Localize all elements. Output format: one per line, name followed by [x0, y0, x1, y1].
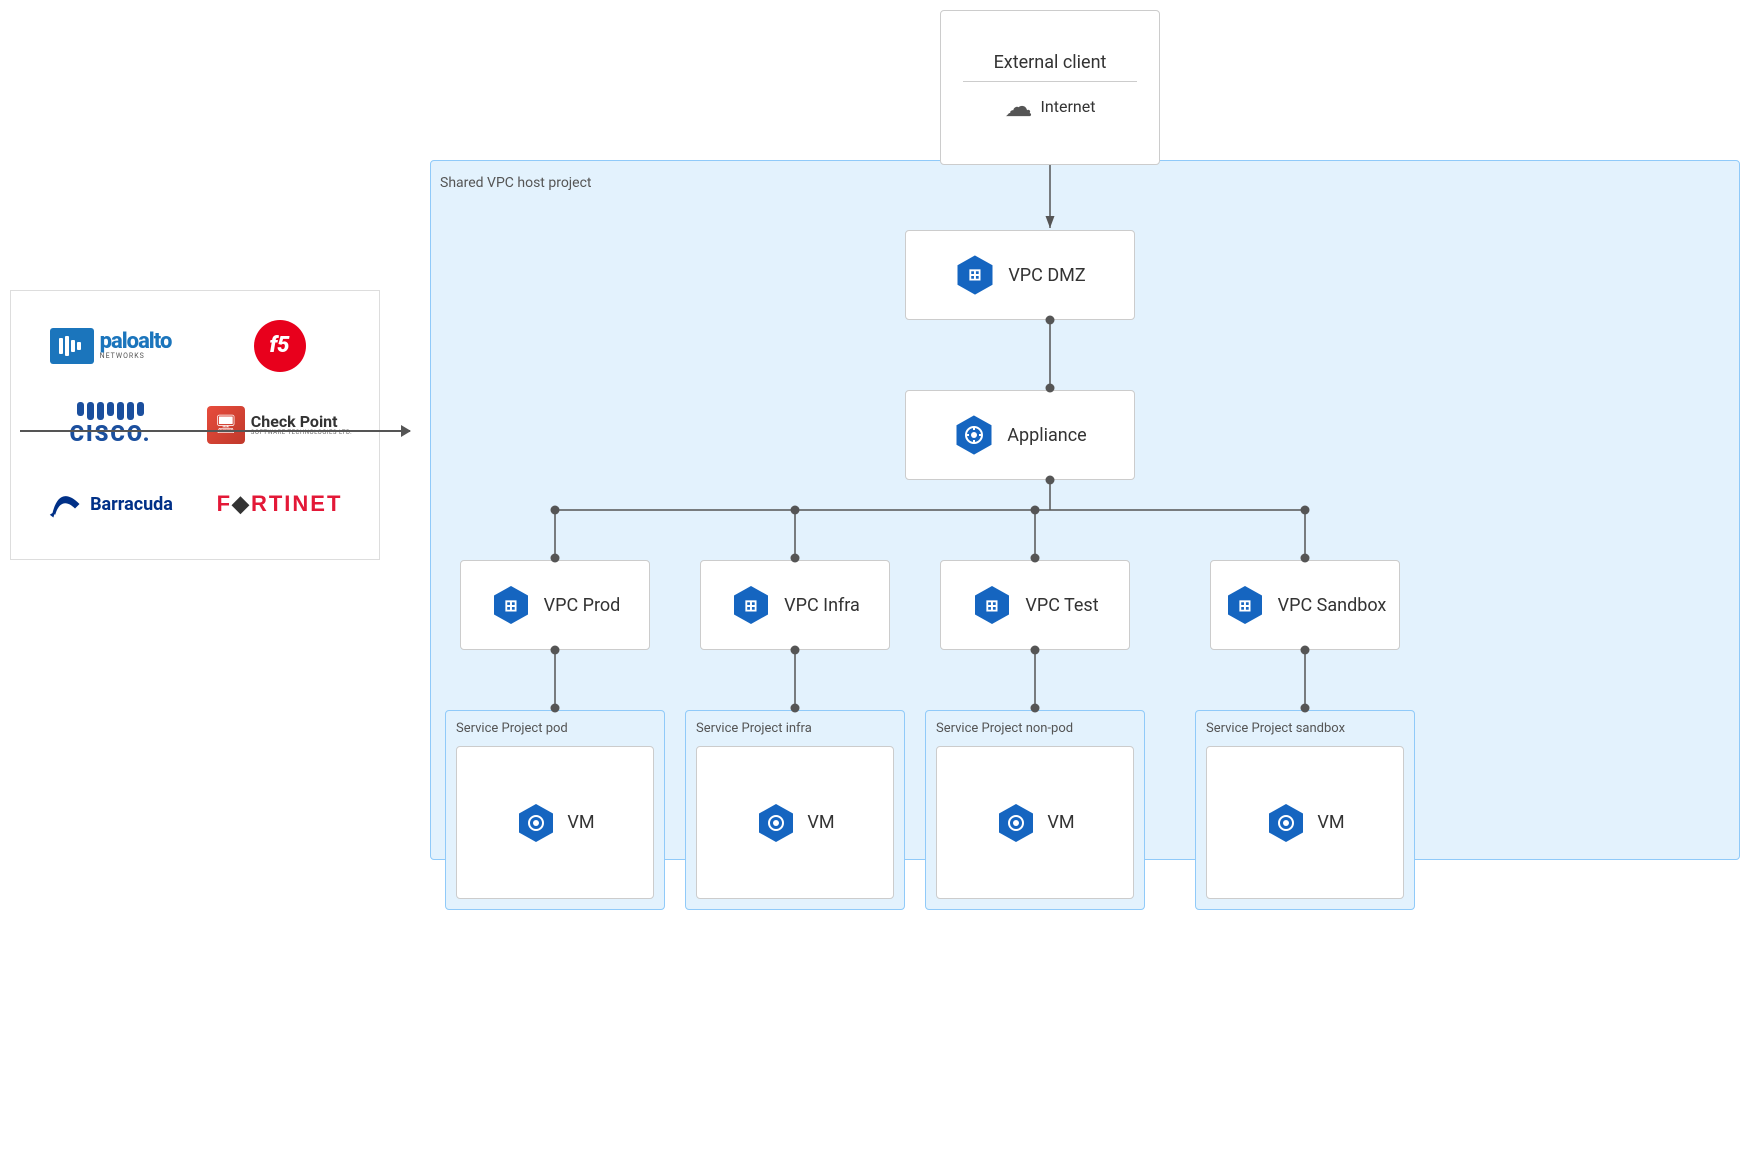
logo-barracuda: Barracuda [31, 474, 190, 534]
external-client-title: External client [994, 52, 1107, 73]
barracuda-icon [48, 486, 84, 522]
paloalto-text: paloalto NETWORKS [100, 331, 172, 360]
appliance-box: Appliance [905, 390, 1135, 480]
svg-text:⊞: ⊞ [744, 596, 757, 615]
service-project-sandbox: Service Project sandbox VM [1195, 710, 1415, 910]
vpc-infra-icon: ⊞ [730, 584, 772, 626]
vpc-dmz-icon: ⊞ [954, 254, 996, 296]
sp-pod-label: Service Project pod [456, 721, 654, 736]
logo-paloalto: paloalto NETWORKS [31, 316, 190, 376]
vm-nonpod-icon [995, 802, 1037, 844]
vm-pod-box: VM [456, 746, 654, 899]
vpc-sandbox-label: VPC Sandbox [1278, 595, 1387, 616]
svg-text:⊞: ⊞ [969, 265, 982, 284]
shared-vpc-label: Shared VPC host project [440, 175, 591, 191]
vpc-infra-label: VPC Infra [784, 595, 860, 616]
logos-to-appliance-arrow [20, 430, 410, 432]
vm-sandbox-box: VM [1206, 746, 1404, 899]
vm-infra-icon [755, 802, 797, 844]
vm-nonpod-box: VM [936, 746, 1134, 899]
service-project-pod: Service Project pod VM [445, 710, 665, 910]
logo-cisco: CISCO. [31, 395, 190, 455]
vm-sandbox-icon [1265, 802, 1307, 844]
appliance-label: Appliance [1007, 425, 1086, 446]
service-project-nonpod: Service Project non-pod VM [925, 710, 1145, 910]
checkpoint-icon: 🖥 [207, 406, 245, 444]
cloud-icon: ☁ [1005, 90, 1033, 123]
logos-panel: paloalto NETWORKS f5 CISCO. 🖥 Chec [10, 290, 380, 560]
paloalto-icon [50, 328, 94, 364]
vpc-prod-box: ⊞ VPC Prod [460, 560, 650, 650]
internet-row: ☁ Internet [1005, 90, 1096, 123]
divider [963, 81, 1137, 82]
vm-pod-icon [515, 802, 557, 844]
logo-fortinet: F◆RTINET [200, 474, 359, 534]
appliance-icon [953, 414, 995, 456]
vpc-test-label: VPC Test [1025, 595, 1098, 616]
internet-label: Internet [1041, 97, 1096, 116]
svg-text:⊞: ⊞ [986, 596, 999, 615]
vpc-prod-label: VPC Prod [544, 595, 621, 616]
vpc-dmz-label: VPC DMZ [1008, 265, 1085, 286]
vm-infra-box: VM [696, 746, 894, 899]
vpc-test-box: ⊞ VPC Test [940, 560, 1130, 650]
svg-text:⊞: ⊞ [504, 596, 517, 615]
vpc-sandbox-box: ⊞ VPC Sandbox [1210, 560, 1400, 650]
vpc-dmz-box: ⊞ VPC DMZ [905, 230, 1135, 320]
vpc-infra-box: ⊞ VPC Infra [700, 560, 890, 650]
diagram-area: Shared VPC host project External client … [410, 0, 1760, 1164]
cisco-dots [77, 402, 144, 420]
sp-sandbox-label: Service Project sandbox [1206, 721, 1404, 736]
vpc-test-icon: ⊞ [971, 584, 1013, 626]
sp-nonpod-label: Service Project non-pod [936, 721, 1134, 736]
logo-checkpoint: 🖥 Check Point SOFTWARE TECHNOLOGIES LTD. [200, 395, 359, 455]
external-client-box: External client ☁ Internet [940, 10, 1160, 165]
vpc-sandbox-icon: ⊞ [1224, 584, 1266, 626]
logo-f5: f5 [200, 316, 359, 376]
svg-text:⊞: ⊞ [1238, 596, 1251, 615]
sp-infra-label: Service Project infra [696, 721, 894, 736]
service-project-infra: Service Project infra VM [685, 710, 905, 910]
vpc-prod-icon: ⊞ [490, 584, 532, 626]
